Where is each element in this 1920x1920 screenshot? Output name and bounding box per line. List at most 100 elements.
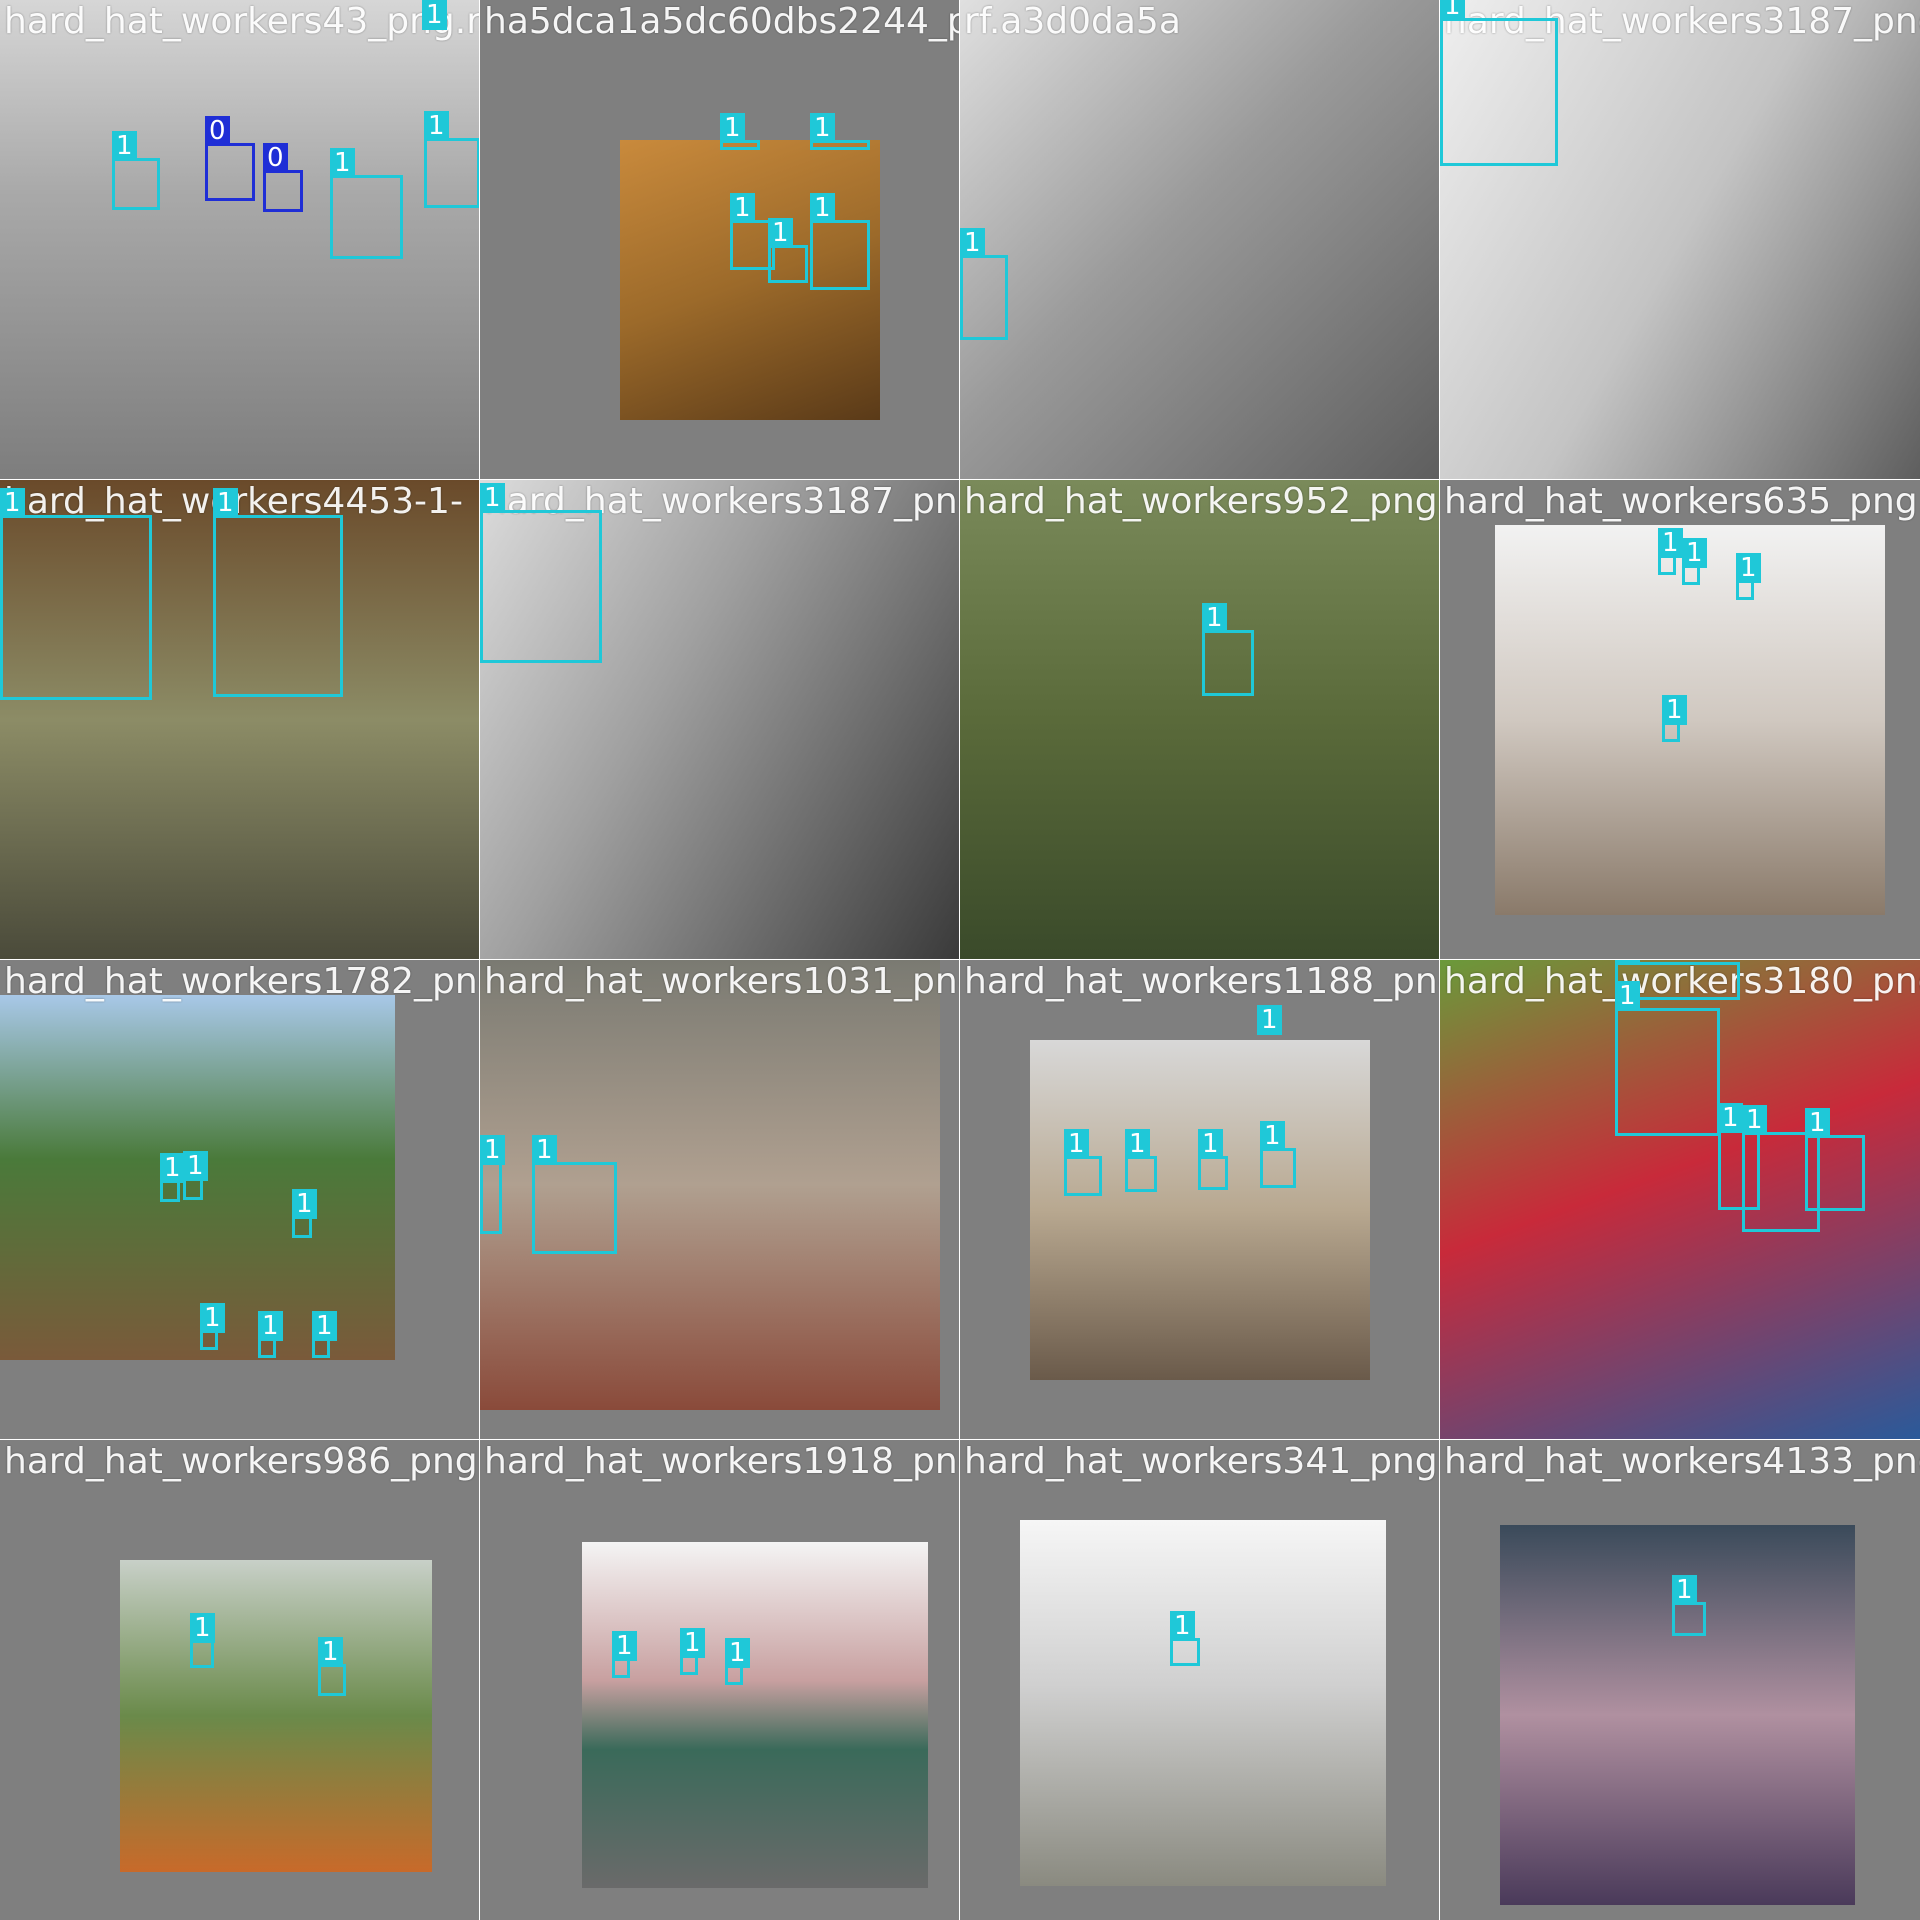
detection-box: 0 [205, 116, 255, 201]
detection-box: 1 [258, 1311, 283, 1358]
detection-box: 1 [330, 148, 403, 259]
detection-box: 1 [1658, 528, 1683, 575]
detection-box: 1 [292, 1189, 317, 1238]
detection-box: 1 [768, 218, 808, 283]
detection-box: 1 [1125, 1129, 1157, 1192]
detection-box: 1 [810, 113, 870, 150]
mosaic-tile: hard_hat_workers986_png.rf. 1 1 [0, 1439, 481, 1920]
detection-label: 1 [422, 0, 447, 30]
tile-caption: hard_hat_workers1031_png.rf. [484, 961, 960, 1002]
photo [1020, 1520, 1386, 1886]
detection-box: 1 [720, 113, 760, 150]
detection-box: 1 [1672, 1575, 1706, 1636]
tile-caption: hard_hat_workers952_png.rf. [964, 481, 1440, 522]
photo [960, 0, 1440, 480]
detection-label: 1 [532, 1135, 557, 1165]
mosaic-tile: hard_hat_workers3187_png 1 [1439, 0, 1920, 481]
detection-label: 1 [292, 1189, 317, 1219]
detection-box: 1 [480, 1135, 505, 1234]
detection-box: 1 [183, 1151, 208, 1200]
tile-caption: hard_hat_workers4133_png [1444, 1441, 1920, 1482]
tile-caption: rf.a3d0da5a [964, 1, 1181, 42]
photo [1030, 1040, 1370, 1380]
detection-label: 1 [1658, 528, 1683, 558]
detection-box: 1 [112, 131, 160, 210]
detection-box: 1 [422, 0, 455, 36]
detection-label: 1 [1257, 1005, 1282, 1035]
detection-label: 1 [112, 131, 137, 161]
detection-box: 1 [1682, 538, 1707, 585]
detection-label: 1 [1064, 1129, 1089, 1159]
detection-box: 1 [725, 1638, 750, 1685]
tile-caption: hard_hat_workers986_png.rf. [4, 1441, 480, 1482]
detection-box: 0 [263, 143, 303, 212]
detection-label: 1 [1198, 1129, 1223, 1159]
detection-box: 1 [612, 1631, 637, 1678]
detection-box: 1 [0, 488, 152, 700]
tile-caption: ha5dca1a5dc60dbs2244_png. [484, 1, 960, 42]
mosaic-tile: hard_hat_workers1188_png 1 1 1 1 1 [959, 959, 1441, 1441]
tile-caption: hard_hat_workers1782_png.rf. [4, 961, 480, 1002]
detection-label: 1 [1615, 981, 1640, 1011]
detection-label: 1 [680, 1628, 705, 1658]
mosaic-tile: hard_hat_workers1782_png.rf. 1 1 1 1 1 1 [0, 959, 481, 1441]
detection-label: 1 [1682, 538, 1707, 568]
detection-box: 1 [1170, 1611, 1200, 1666]
detection-label: 1 [1202, 603, 1227, 633]
photo [120, 1560, 432, 1872]
detection-box: 1 [532, 1135, 617, 1254]
detection-box: 1 [190, 1613, 215, 1668]
mosaic-tile: hard_hat_workers3180_png 1 1 1 1 1 [1439, 959, 1920, 1441]
mosaic-tile: hard_hat_workers4453-1- 1 1 [0, 479, 481, 961]
detection-box: 1 [1440, 0, 1558, 166]
detection-label: 1 [1805, 1108, 1830, 1138]
photo [582, 1542, 928, 1888]
detection-label: 1 [612, 1631, 637, 1661]
detection-label: 1 [258, 1311, 283, 1341]
detection-label: 1 [330, 148, 355, 178]
tile-caption: hard_hat_workers341_png.rf. [964, 1441, 1440, 1482]
detection-box: 1 [1736, 553, 1761, 600]
detection-box: 1 [312, 1311, 337, 1358]
detection-label: 1 [213, 488, 238, 518]
detection-box: 1 [680, 1628, 705, 1675]
detection-label: 1 [1170, 1611, 1195, 1641]
photo [0, 0, 480, 480]
detection-box: 1 [1064, 1129, 1102, 1196]
detection-box: 1 [424, 111, 480, 208]
detection-label: 1 [1672, 1575, 1697, 1605]
detection-box: 1 [318, 1637, 346, 1696]
mosaic-tile: hard_hat_workers635_png.rf 1 1 1 1 [1439, 479, 1920, 961]
detection-box: 1 [1805, 1108, 1865, 1211]
detection-label: 1 [318, 1637, 343, 1667]
detection-label: 1 [183, 1151, 208, 1181]
detection-label: 1 [810, 193, 835, 223]
tile-caption: hard_hat_workers635_png.rf [1444, 481, 1920, 522]
detection-label: 1 [960, 228, 985, 258]
detection-label: 1 [480, 483, 505, 513]
detection-label: 1 [1440, 0, 1465, 21]
mosaic-tile: hard_hat_workers1918_png.rf. 1 1 1 [479, 1439, 961, 1920]
mosaic-tile: rf.a3d0da5a 1 [959, 0, 1441, 481]
photo [960, 480, 1440, 960]
detection-box: 1 [1662, 695, 1687, 742]
detection-label: 1 [200, 1303, 225, 1333]
detection-label: 1 [730, 193, 755, 223]
detection-box: 1 [960, 228, 1008, 340]
mosaic-tile: hard_hat_workers3187_png. 1 [479, 479, 961, 961]
detection-label: 1 [160, 1153, 185, 1183]
detection-label: 1 [190, 1613, 215, 1643]
detection-label: 1 [480, 1135, 505, 1165]
detection-box: 1 [213, 488, 343, 697]
detection-label: 1 [1260, 1121, 1285, 1151]
mosaic-tile: hard_hat_workers341_png.rf. 1 [959, 1439, 1441, 1920]
tile-caption: hard_hat_workers1188_png [964, 961, 1440, 1002]
detection-label: 1 [768, 218, 793, 248]
detection-label: 1 [0, 488, 25, 518]
mosaic-tile: ha5dca1a5dc60dbs2244_png. 1 1 1 1 1 [479, 0, 961, 481]
detection-box: 1 [1198, 1129, 1228, 1190]
detection-box: 1 [1260, 1121, 1296, 1188]
detection-label: 1 [1125, 1129, 1150, 1159]
detection-box: 1 [200, 1303, 225, 1350]
detection-label: 1 [1615, 960, 1640, 965]
